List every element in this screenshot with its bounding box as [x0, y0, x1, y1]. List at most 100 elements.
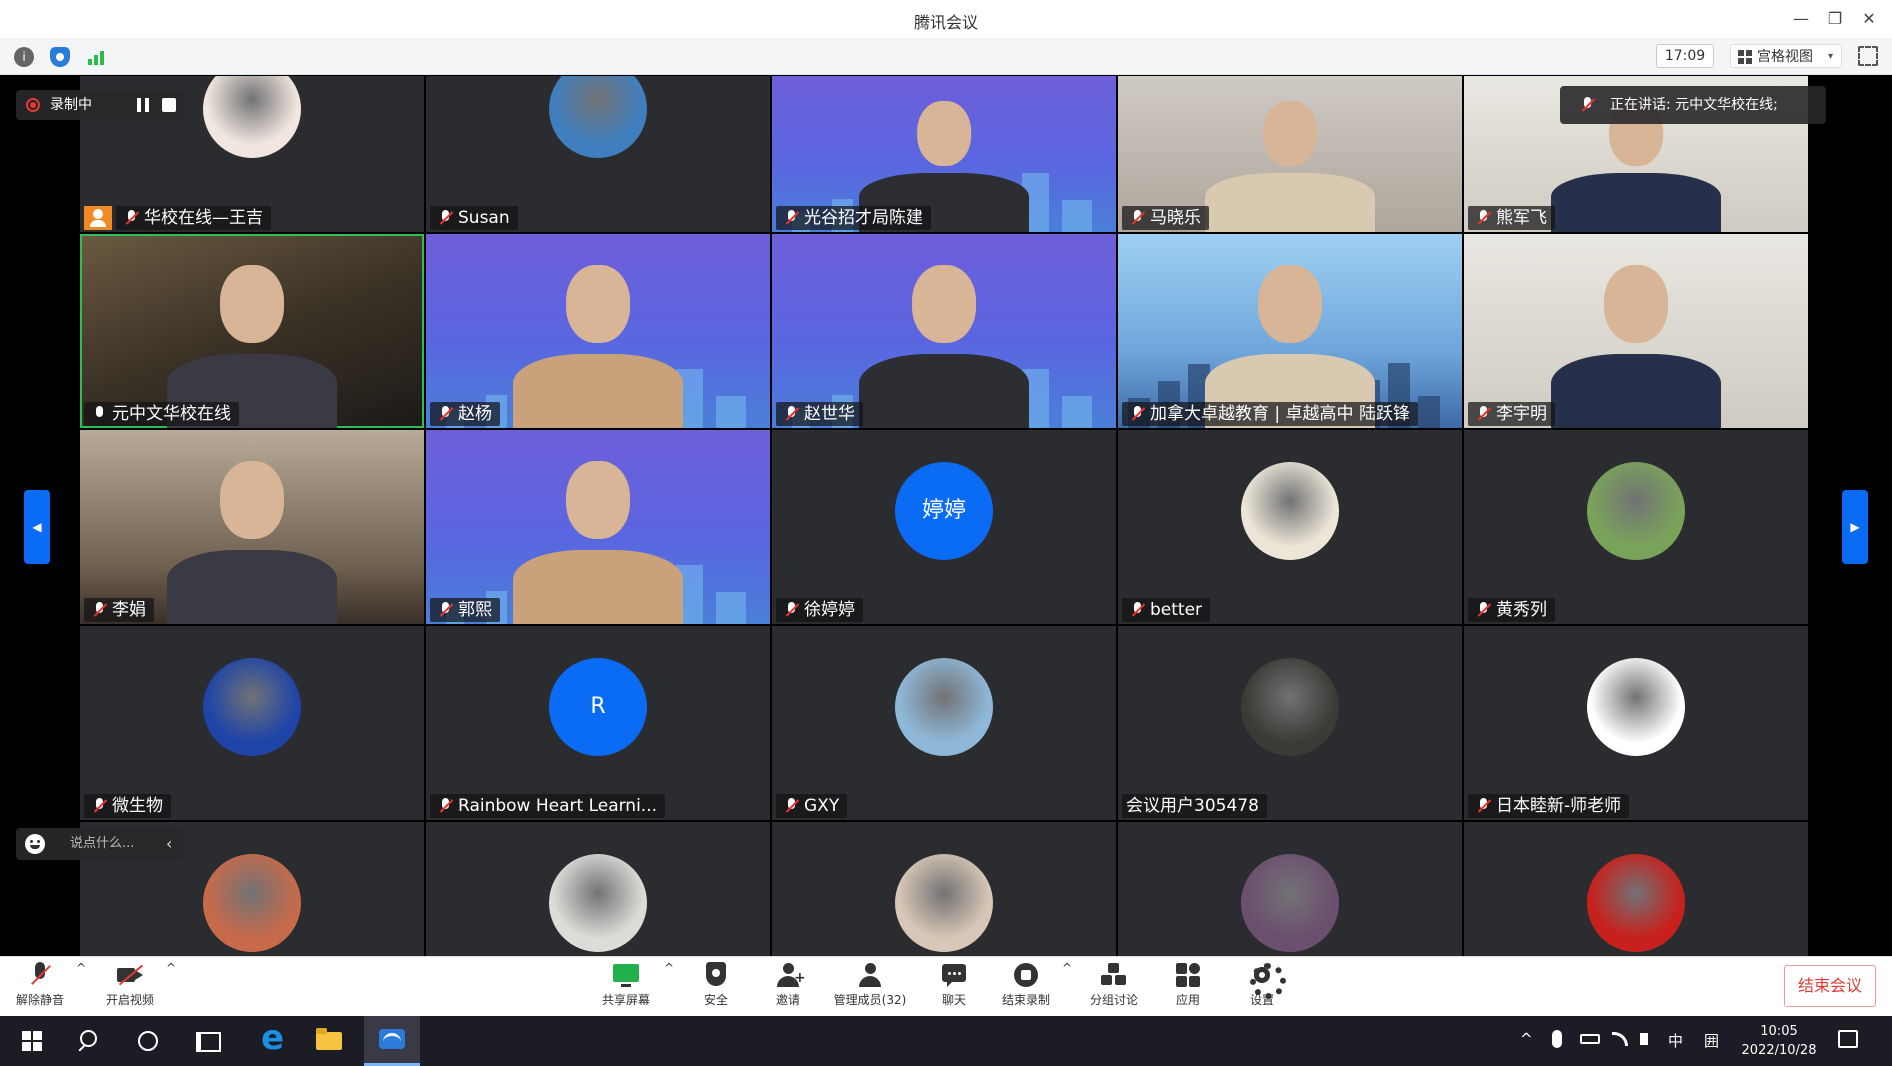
breakout-rooms-icon: [1100, 961, 1128, 989]
windows-start-icon[interactable]: [4, 1016, 60, 1066]
participant-tile[interactable]: 婷婷 徐婷婷: [772, 430, 1116, 624]
apps-button[interactable]: 应用: [1166, 961, 1210, 1015]
participant-tile[interactable]: 马晓乐: [1118, 76, 1462, 232]
mic-muted-icon: [438, 406, 454, 422]
tray-expand-icon[interactable]: ^: [1520, 1030, 1533, 1048]
network-signal-icon[interactable]: [86, 47, 106, 67]
participant-tile[interactable]: 李娟: [80, 430, 424, 624]
video-stage: 华校在线—王吉 Susan 光谷招才局陈建 马晓乐 熊军飞元中文华校在线 赵杨 赵世华 加拿大…: [0, 76, 1892, 1016]
tray-ime-indicator[interactable]: 中: [1668, 1030, 1683, 1051]
participant-tile[interactable]: 元中文华校在线: [80, 234, 424, 428]
prev-page-button[interactable]: ◀: [24, 490, 50, 564]
tray-battery-icon[interactable]: [1580, 1034, 1600, 1044]
participant-tile[interactable]: 黄秀列: [1464, 430, 1808, 624]
mic-muted-icon: [1476, 798, 1492, 814]
participant-tile[interactable]: Susan: [426, 76, 770, 232]
participant-tile[interactable]: GXY: [772, 626, 1116, 820]
speaking-label: 正在讲话: 元中文华校在线;: [1610, 97, 1778, 113]
task-view-icon[interactable]: [180, 1016, 236, 1066]
cortana-icon[interactable]: [120, 1016, 176, 1066]
gear-icon: [1248, 961, 1286, 999]
view-mode-button[interactable]: 宫格视图 ▾: [1730, 44, 1842, 68]
notification-center-icon[interactable]: [1838, 1030, 1858, 1048]
restore-button[interactable]: ❐: [1822, 6, 1848, 32]
participant-name-tag: Susan: [430, 206, 518, 230]
participant-name-tag: 华校在线—王吉: [84, 206, 271, 230]
quick-chat-input[interactable]: 说点什么... ‹: [16, 828, 184, 860]
title-bar: 腾讯会议 — ❐ ✕: [0, 0, 1892, 38]
participant-tile[interactable]: 光谷招才局陈建: [772, 76, 1116, 232]
shield-icon: [702, 961, 730, 989]
participant-name: 会议用户305478: [1126, 796, 1259, 816]
participant-avatar: [1241, 462, 1339, 560]
tencent-meeting-taskbar-icon[interactable]: [364, 1016, 420, 1066]
end-meeting-button[interactable]: 结束会议: [1784, 965, 1876, 1007]
invite-button[interactable]: + 邀请: [766, 961, 810, 1015]
participant-name: 李娟: [112, 600, 146, 620]
record-dot-icon: [26, 98, 40, 112]
mic-muted-icon: [438, 210, 454, 226]
participant-name: 加拿大卓越教育 | 卓越高中 陆跃锋: [1150, 404, 1410, 424]
participant-tile[interactable]: 日本睦新-师老师: [1464, 626, 1808, 820]
participant-name-tag: GXY: [776, 794, 848, 818]
start-video-button[interactable]: 开启视频: [100, 961, 160, 1015]
recording-options-caret[interactable]: ^: [1062, 961, 1072, 1015]
chat-button[interactable]: 聊天: [932, 961, 976, 1015]
participant-name-tag: 加拿大卓越教育 | 卓越高中 陆跃锋: [1122, 402, 1418, 426]
participant-video-feed: [1190, 234, 1390, 428]
participant-name-tag: 徐婷婷: [776, 598, 863, 622]
pause-recording-icon[interactable]: [134, 96, 152, 114]
participant-name-tag: 熊军飞: [1468, 206, 1555, 230]
tray-mic-icon[interactable]: [1552, 1030, 1562, 1048]
participant-name-tag: Rainbow Heart Learni...: [430, 794, 666, 818]
participant-tile[interactable]: better: [1118, 430, 1462, 624]
chevron-left-icon[interactable]: ‹: [166, 828, 172, 860]
participant-tile[interactable]: 微生物: [80, 626, 424, 820]
participant-name-tag: 黄秀列: [1468, 598, 1555, 622]
end-recording-label: 结束录制: [1001, 993, 1050, 1007]
status-bar: i 17:09 宫格视图 ▾: [0, 38, 1892, 75]
unmute-button[interactable]: 解除静音: [12, 961, 68, 1015]
participant-name: 微生物: [112, 796, 163, 816]
video-options-caret[interactable]: ^: [166, 961, 176, 1015]
participant-tile[interactable]: 会议用户305478: [1118, 626, 1462, 820]
fullscreen-icon[interactable]: [1858, 46, 1878, 66]
info-icon[interactable]: i: [14, 47, 34, 67]
security-button[interactable]: 安全: [694, 961, 738, 1015]
tray-ime-mode[interactable]: 囲: [1704, 1030, 1719, 1051]
participant-tile[interactable]: 李宇明: [1464, 234, 1808, 428]
members-icon: [856, 961, 884, 989]
participant-name-tag: 李娟: [84, 598, 154, 622]
edge-browser-icon[interactable]: [246, 1016, 302, 1066]
participant-name: GXY: [804, 796, 840, 816]
minimize-button[interactable]: —: [1788, 6, 1814, 32]
emoji-icon[interactable]: [25, 834, 45, 854]
participant-tile[interactable]: R Rainbow Heart Learni...: [426, 626, 770, 820]
share-options-caret[interactable]: ^: [664, 961, 674, 1015]
manage-members-button[interactable]: 管理成员(32): [830, 961, 910, 1015]
search-icon[interactable]: [62, 1016, 118, 1066]
security-label: 安全: [703, 993, 728, 1007]
breakout-button[interactable]: 分组讨论: [1084, 961, 1144, 1015]
security-shield-icon[interactable]: [50, 47, 70, 67]
close-button[interactable]: ✕: [1856, 6, 1882, 32]
share-screen-button[interactable]: 共享屏幕: [596, 961, 656, 1015]
next-page-button[interactable]: ▶: [1842, 490, 1868, 564]
participant-avatar: R: [549, 658, 647, 756]
apps-label: 应用: [1175, 993, 1200, 1007]
participant-tile[interactable]: 郭熙: [426, 430, 770, 624]
file-explorer-icon[interactable]: [302, 1016, 358, 1066]
system-clock[interactable]: 10:05 2022/10/28: [1734, 1022, 1824, 1060]
settings-button[interactable]: 设置: [1240, 961, 1286, 1015]
participant-tile[interactable]: 赵杨: [426, 234, 770, 428]
participant-avatar: [549, 76, 647, 158]
participant-tile[interactable]: 赵世华: [772, 234, 1116, 428]
mic-muted-icon: [784, 406, 800, 422]
tray-volume-icon[interactable]: [1640, 1033, 1648, 1045]
audio-options-caret[interactable]: ^: [76, 961, 86, 1015]
stop-recording-icon[interactable]: [162, 98, 176, 112]
participant-tile[interactable]: 加拿大卓越教育 | 卓越高中 陆跃锋: [1118, 234, 1462, 428]
tray-wifi-icon[interactable]: [1612, 1032, 1628, 1046]
end-recording-button[interactable]: 结束录制: [998, 961, 1054, 1015]
mic-muted-icon: [124, 210, 140, 226]
